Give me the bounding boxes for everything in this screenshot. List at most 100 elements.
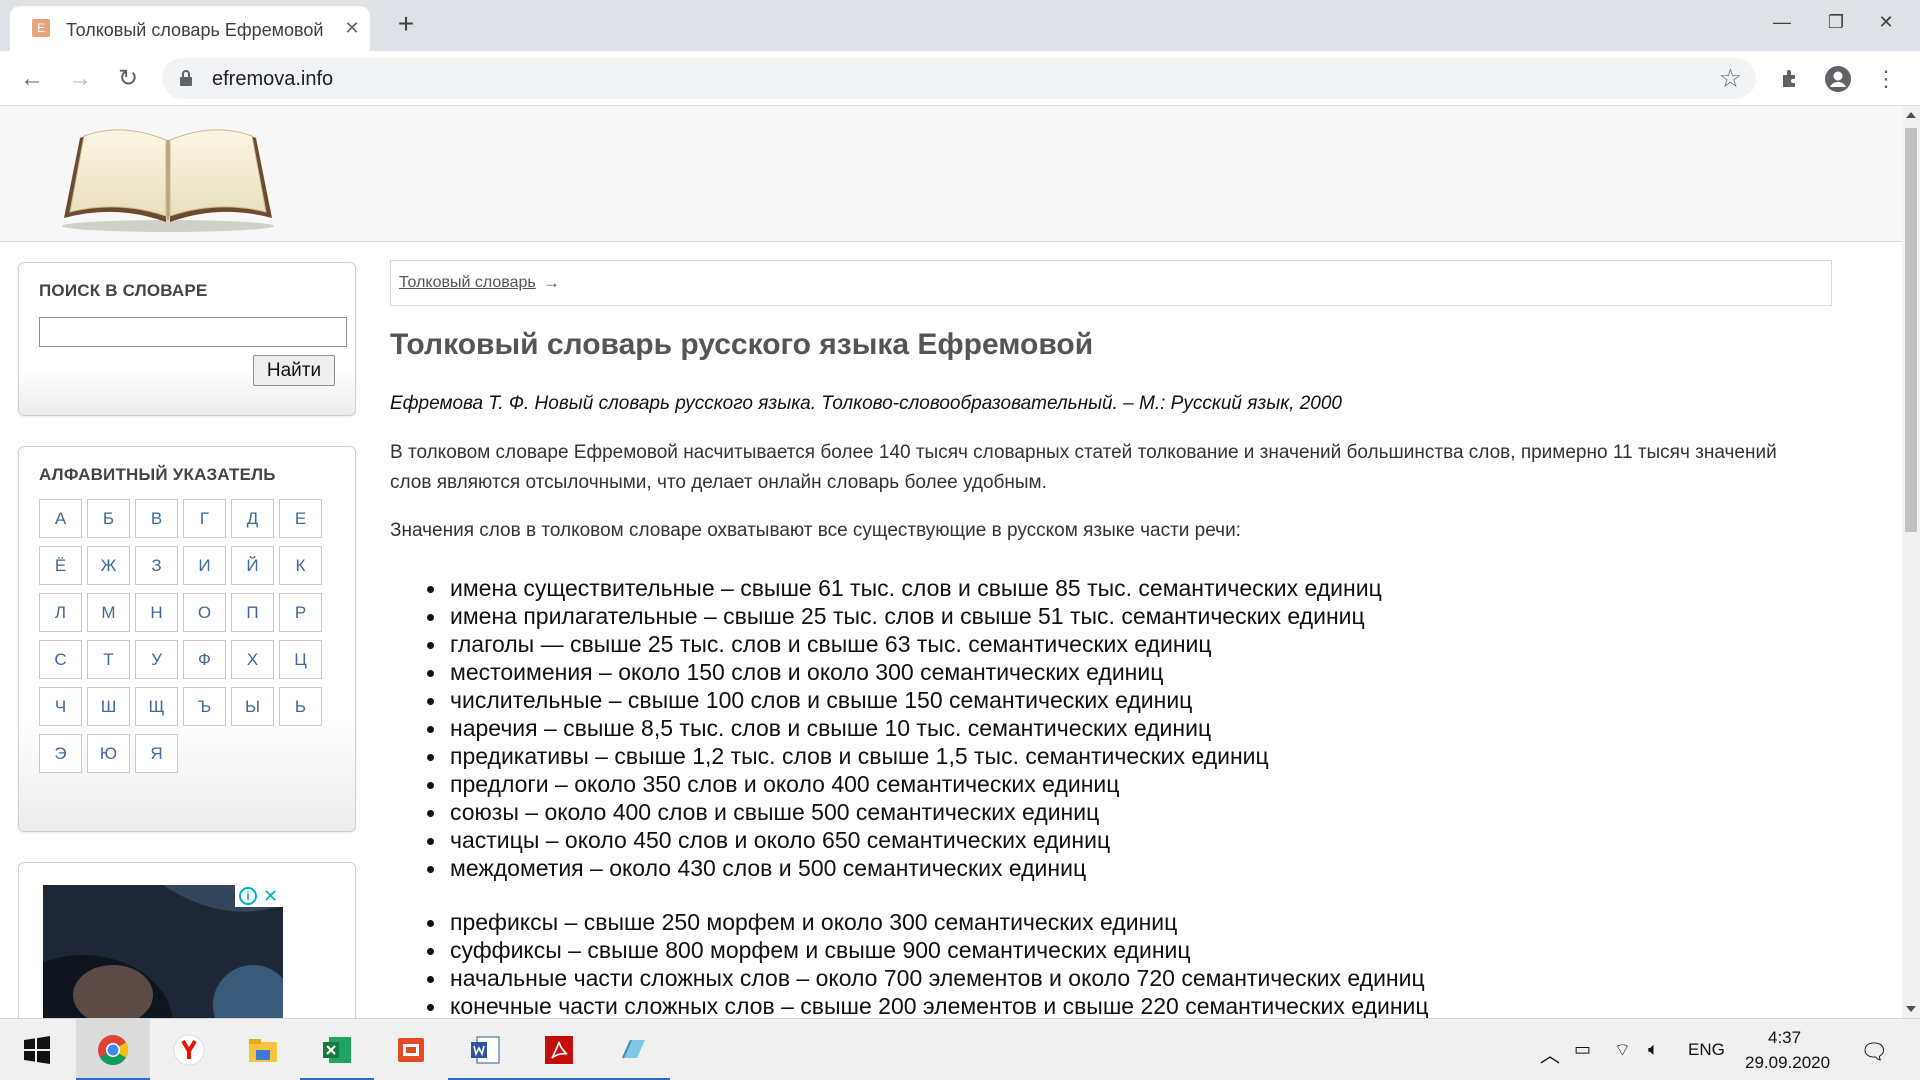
alphabet-letter-link[interactable]: Ц bbox=[279, 640, 322, 679]
list-item: имена прилагательные – свыше 25 тыс. сло… bbox=[420, 602, 1820, 630]
taskbar-app[interactable] bbox=[596, 1019, 670, 1080]
profile-avatar-icon[interactable] bbox=[1822, 63, 1854, 95]
yandex-browser-icon bbox=[173, 1034, 205, 1066]
forward-arrow-icon[interactable]: → bbox=[64, 63, 96, 95]
alphabet-letter-link[interactable]: А bbox=[39, 499, 82, 538]
file-explorer-icon bbox=[249, 1039, 277, 1062]
alphabet-letter-link[interactable]: Ч bbox=[39, 687, 82, 726]
list-item: союзы – около 400 слов и свыше 500 семан… bbox=[420, 798, 1820, 826]
url-text[interactable]: efremova.info bbox=[212, 68, 333, 91]
app-icon bbox=[622, 1039, 645, 1059]
chrome-icon bbox=[98, 1035, 129, 1066]
close-tab-icon[interactable]: ✕ bbox=[340, 16, 364, 40]
new-tab-button[interactable]: + bbox=[392, 10, 420, 38]
back-arrow-icon[interactable]: ← bbox=[16, 63, 48, 95]
ad-choices-badge[interactable]: i ✕ bbox=[235, 885, 283, 907]
alphabet-letter-link[interactable]: Н bbox=[135, 593, 178, 632]
taskbar-file-explorer[interactable] bbox=[226, 1019, 300, 1080]
list-item: частицы – около 450 слов и около 650 сем… bbox=[420, 826, 1820, 854]
windows-start-button[interactable] bbox=[0, 1019, 74, 1080]
taskbar-word[interactable] bbox=[448, 1019, 522, 1080]
alphabet-letter-link[interactable]: Б bbox=[87, 499, 130, 538]
alphabet-letter-link[interactable]: Л bbox=[39, 593, 82, 632]
browser-toolbar: ← → ↻ efremova.info ☆ ⋮ bbox=[0, 51, 1920, 106]
taskbar-powerpoint[interactable] bbox=[374, 1019, 448, 1080]
alphabet-panel-title: АЛФАВИТНЫЙ УКАЗАТЕЛЬ bbox=[39, 465, 276, 484]
open-book-logo[interactable] bbox=[56, 118, 280, 234]
volume-icon[interactable]: 🔈︎ bbox=[1648, 1039, 1659, 1060]
alphabet-letter-link[interactable]: Т bbox=[87, 640, 130, 679]
dictionary-search-panel: ПОИСК В СЛОВАРЕ Найти bbox=[18, 262, 356, 416]
ad-close-icon[interactable]: ✕ bbox=[263, 885, 278, 907]
alphabet-letter-link[interactable]: Р bbox=[279, 593, 322, 632]
alphabet-letter-link[interactable]: Э bbox=[39, 734, 82, 773]
reload-icon[interactable]: ↻ bbox=[112, 63, 144, 95]
dictionary-search-input[interactable] bbox=[39, 317, 347, 347]
alphabet-letter-link[interactable]: Ы bbox=[231, 687, 274, 726]
close-window-button[interactable]: ✕ bbox=[1856, 4, 1916, 40]
alphabet-letter-link[interactable]: Ъ bbox=[183, 687, 226, 726]
alphabet-letter-link[interactable]: У bbox=[135, 640, 178, 679]
minimize-window-button[interactable]: — bbox=[1752, 4, 1812, 40]
show-hidden-icons-chevron-icon[interactable]: ︿ bbox=[1540, 1039, 1560, 1068]
acrobat-icon bbox=[545, 1036, 573, 1064]
breadcrumb: Толковый словарь → bbox=[390, 260, 1832, 306]
scroll-up-arrow-icon[interactable] bbox=[1906, 112, 1916, 118]
alphabet-letter-link[interactable]: М bbox=[87, 593, 130, 632]
taskbar-yandex-browser[interactable] bbox=[152, 1019, 226, 1080]
alphabet-letter-link[interactable]: П bbox=[231, 593, 274, 632]
taskbar-chrome[interactable] bbox=[76, 1019, 150, 1080]
wifi-icon[interactable]: ⌔ bbox=[1614, 1039, 1631, 1062]
morphemes-list: префиксы – свыше 250 морфем и около 300 … bbox=[420, 908, 1820, 1018]
address-bar[interactable]: efremova.info ☆ bbox=[162, 58, 1756, 99]
alphabet-letter-link[interactable]: Ь bbox=[279, 687, 322, 726]
clock-time[interactable]: 4:37 bbox=[1768, 1028, 1801, 1048]
alphabet-letter-link[interactable]: Г bbox=[183, 499, 226, 538]
advertisement-image[interactable]: i ✕ bbox=[43, 885, 283, 1018]
taskbar-acrobat[interactable] bbox=[522, 1019, 596, 1080]
intro-paragraph: В толковом словаре Ефремовой насчитывает… bbox=[390, 442, 1777, 493]
alphabet-letter-link[interactable]: Щ bbox=[135, 687, 178, 726]
taskbar-excel[interactable] bbox=[300, 1019, 374, 1080]
alphabet-letter-link[interactable]: Ж bbox=[87, 546, 130, 585]
alphabet-letter-link[interactable]: Я bbox=[135, 734, 178, 773]
parts-of-speech-list: имена существительные – свыше 61 тыс. сл… bbox=[420, 574, 1820, 882]
alphabet-letter-link[interactable]: Й bbox=[231, 546, 274, 585]
scroll-down-arrow-icon[interactable] bbox=[1906, 1006, 1916, 1012]
alphabet-letter-link[interactable]: О bbox=[183, 593, 226, 632]
alphabet-letter-link[interactable]: Ё bbox=[39, 546, 82, 585]
browser-tab[interactable]: Е Толковый словарь Ефремовой ✕ bbox=[10, 6, 370, 51]
search-panel-title: ПОИСК В СЛОВАРЕ bbox=[39, 281, 208, 300]
list-item: суффиксы – свыше 800 морфем и свыше 900 … bbox=[420, 936, 1820, 964]
tab-title: Толковый словарь Ефремовой bbox=[66, 20, 324, 40]
alphabet-letter-link[interactable]: Х bbox=[231, 640, 274, 679]
alphabet-letter-link[interactable]: Д bbox=[231, 499, 274, 538]
alphabet-letter-link[interactable]: И bbox=[183, 546, 226, 585]
alphabet-letter-link[interactable]: Ф bbox=[183, 640, 226, 679]
extensions-puzzle-icon[interactable] bbox=[1774, 63, 1806, 95]
scrollbar-thumb[interactable] bbox=[1905, 128, 1917, 532]
alphabet-letter-link[interactable]: В bbox=[135, 499, 178, 538]
list-item: местоимения – около 150 слов и около 300… bbox=[420, 658, 1820, 686]
page-scrollbar[interactable] bbox=[1902, 106, 1920, 1018]
alphabet-letter-link[interactable]: К bbox=[279, 546, 322, 585]
site-favicon-icon: Е bbox=[32, 19, 50, 37]
page-title: Толковый словарь русского языка Ефремово… bbox=[390, 328, 1094, 361]
breadcrumb-link-dictionary[interactable]: Толковый словарь bbox=[399, 274, 536, 292]
browser-menu-icon[interactable]: ⋮ bbox=[1870, 63, 1902, 95]
powerpoint-icon bbox=[398, 1038, 424, 1062]
windows-start-icon bbox=[24, 1036, 50, 1064]
clock-date[interactable]: 29.09.2020 bbox=[1745, 1053, 1830, 1073]
alphabet-letter-link[interactable]: Ш bbox=[87, 687, 130, 726]
input-language[interactable]: ENG bbox=[1688, 1040, 1725, 1060]
search-button[interactable]: Найти bbox=[253, 355, 335, 386]
bookmark-star-icon[interactable]: ☆ bbox=[1719, 64, 1742, 92]
notifications-icon[interactable]: 🗨︎ bbox=[1860, 1039, 1888, 1065]
ad-info-icon[interactable]: i bbox=[239, 887, 257, 905]
alphabet-letter-link[interactable]: С bbox=[39, 640, 82, 679]
alphabet-letter-link[interactable]: З bbox=[135, 546, 178, 585]
alphabet-letter-link[interactable]: Ю bbox=[87, 734, 130, 773]
battery-icon[interactable]: ▭ bbox=[1574, 1039, 1591, 1060]
alphabet-letter-link[interactable]: Е bbox=[279, 499, 322, 538]
lock-icon[interactable] bbox=[180, 70, 192, 86]
